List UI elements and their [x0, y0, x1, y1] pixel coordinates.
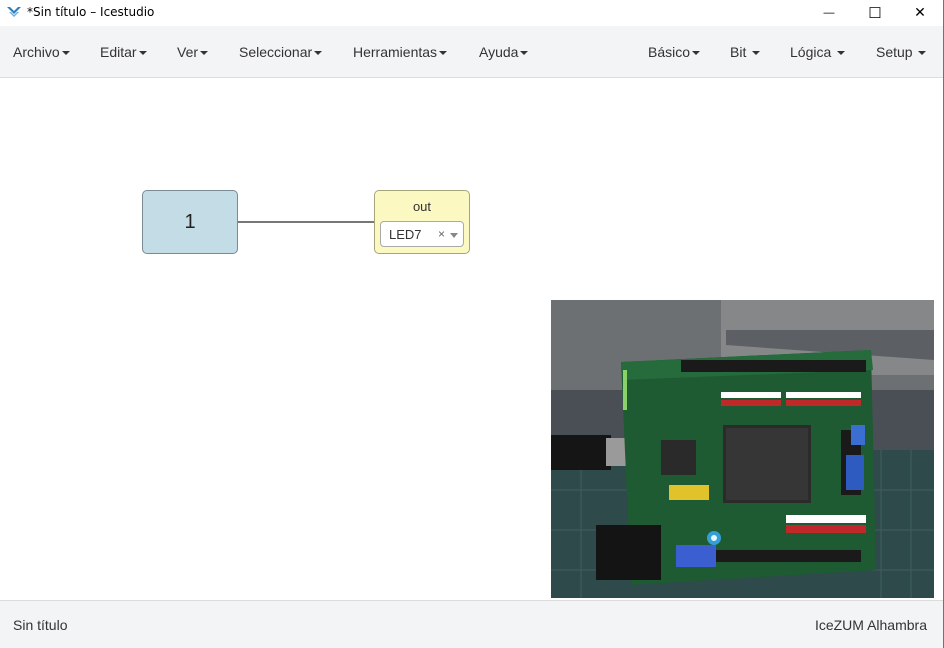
menu-label: Básico	[648, 44, 691, 60]
menu-editar[interactable]: Editar	[100, 44, 147, 60]
menu-ayuda[interactable]: Ayuda	[479, 44, 529, 60]
chevron-down-icon	[439, 51, 448, 56]
menu-label: Archivo	[13, 44, 60, 60]
menu-label: Ayuda	[479, 44, 519, 60]
menu-label: Editar	[100, 44, 137, 60]
icestudio-logo-icon	[7, 7, 21, 17]
design-canvas[interactable]: 1 out LED7 ×	[0, 78, 943, 600]
menu-label: Setup	[876, 44, 913, 60]
menu-basico[interactable]: Básico	[648, 44, 701, 60]
menu-bar: Archivo Editar Ver Seleccionar Herramien…	[0, 26, 943, 78]
menu-label: Bit	[730, 44, 747, 60]
minimize-button[interactable]: —	[806, 0, 852, 25]
clear-icon[interactable]: ×	[438, 227, 445, 241]
output-label: out	[412, 199, 432, 214]
menu-label: Lógica	[790, 44, 832, 60]
constant-value: 1	[184, 210, 196, 233]
chevron-down-icon	[692, 51, 701, 56]
maximize-button[interactable]: ☐	[852, 0, 898, 25]
pin-value: LED7	[389, 227, 422, 242]
wire[interactable]	[238, 221, 375, 223]
chevron-down-icon	[520, 51, 529, 56]
chevron-down-icon	[837, 51, 846, 56]
menu-label: Seleccionar	[239, 44, 313, 60]
menu-label: Herramientas	[353, 44, 438, 60]
output-block[interactable]: out LED7 ×	[374, 190, 470, 254]
constant-block[interactable]: 1	[142, 190, 238, 254]
app-window: *Sin título – Icestudio — ☐ ✕ Archivo Ed…	[0, 0, 944, 648]
menu-bit[interactable]: Bit	[730, 44, 761, 60]
title-bar: *Sin título – Icestudio — ☐ ✕	[0, 0, 943, 25]
minimize-icon: —	[823, 6, 835, 19]
chevron-down-icon	[918, 51, 927, 56]
board-name[interactable]: IceZUM Alhambra	[815, 617, 927, 633]
menu-archivo[interactable]: Archivo	[13, 44, 70, 60]
menu-logica[interactable]: Lógica	[790, 44, 846, 60]
project-name: Sin título	[13, 617, 68, 633]
chevron-down-icon	[314, 51, 323, 56]
menu-label: Ver	[177, 44, 199, 60]
window-title: *Sin título – Icestudio	[27, 5, 155, 19]
board-image	[551, 300, 934, 598]
chevron-down-icon	[200, 51, 209, 56]
menu-herramientas[interactable]: Herramientas	[353, 44, 448, 60]
pin-select[interactable]: LED7 ×	[380, 221, 464, 247]
menu-ver[interactable]: Ver	[177, 44, 209, 60]
close-button[interactable]: ✕	[897, 0, 943, 25]
status-bar: Sin título IceZUM Alhambra	[0, 600, 943, 648]
dropdown-arrow-icon	[450, 233, 458, 238]
menu-seleccionar[interactable]: Seleccionar	[239, 44, 323, 60]
menu-setup[interactable]: Setup	[876, 44, 927, 60]
maximize-icon: ☐	[868, 4, 882, 22]
close-icon: ✕	[914, 4, 926, 20]
chevron-down-icon	[138, 51, 147, 56]
chevron-down-icon	[61, 51, 70, 56]
chevron-down-icon	[752, 51, 761, 56]
